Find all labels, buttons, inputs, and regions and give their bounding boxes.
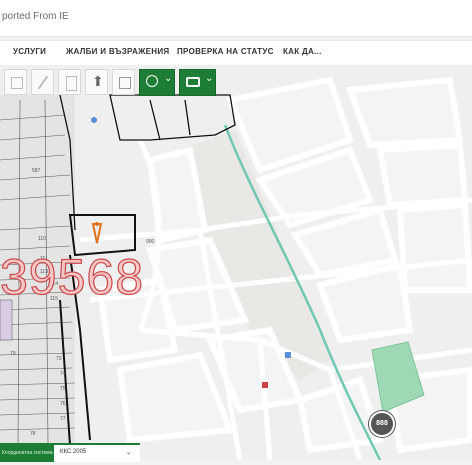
tool-button-2[interactable]: [31, 69, 54, 95]
chevron-down-icon: ⌄: [164, 73, 173, 84]
favorites-bar: ported From IE: [0, 0, 472, 37]
nav-item-how-to[interactable]: КАК ДА...: [283, 47, 322, 56]
layers-icon: [11, 77, 23, 89]
favorites-bar-text[interactable]: ported From IE: [2, 11, 69, 22]
chevron-down-icon: ⌄: [205, 73, 214, 84]
tool-button-3[interactable]: [58, 69, 81, 95]
tool-button-1[interactable]: [4, 69, 27, 95]
printer-icon: [186, 77, 200, 87]
nav-item-services[interactable]: УСЛУГИ: [13, 47, 46, 56]
pencil-icon: [37, 75, 49, 90]
parcel-label: 110: [38, 236, 46, 242]
select-box-icon: [119, 77, 131, 89]
parcel-label: 75: [60, 386, 66, 392]
road-label: 900: [146, 239, 155, 245]
cadastral-map[interactable]: 587 110 111 113 114 115 73 74 75 76 77 7…: [0, 65, 472, 461]
document-icon: [66, 76, 77, 91]
location-tool-button[interactable]: ⌄: [139, 69, 175, 96]
chevron-down-icon[interactable]: ⌄: [126, 449, 131, 456]
tool-button-5[interactable]: [112, 69, 135, 95]
parcel-label: 76: [60, 401, 66, 407]
parcel-label: 77: [60, 416, 66, 422]
parcel-label: 79: [10, 351, 16, 357]
locate-icon: [146, 75, 158, 87]
parcel-label: 74: [60, 371, 66, 377]
upload-icon: ⬆: [92, 73, 104, 89]
coordinate-system-label: Координатна система: [0, 445, 54, 462]
nav-item-complaints[interactable]: ЖАЛБИ И ВЪЗРАЖЕНИЯ: [66, 47, 169, 56]
parcel-label: 78: [30, 431, 36, 437]
main-nav: УСЛУГИ ЖАЛБИ И ВЪЗРАЖЕНИЯ ПРОВЕРКА НА СТ…: [0, 40, 472, 66]
highlighted-parcel-strip: [0, 299, 13, 341]
nav-item-status-check[interactable]: ПРОВЕРКА НА СТАТУС: [177, 47, 274, 56]
parcel-label: 73: [56, 356, 62, 362]
map-toolbar: ⬆ ⌄ ⌄: [4, 69, 216, 96]
print-button[interactable]: ⌄: [179, 69, 216, 96]
road-number-badge: 888: [369, 411, 395, 437]
parcel-label: 587: [32, 168, 41, 174]
cadastral-area-number: 39568: [0, 248, 145, 305]
tool-button-4[interactable]: ⬆: [85, 69, 108, 95]
coordinate-system-select[interactable]: ККС 2005: [60, 449, 86, 455]
coordinate-system-bar: Координатна система ККС 2005 ⌄: [0, 443, 140, 462]
